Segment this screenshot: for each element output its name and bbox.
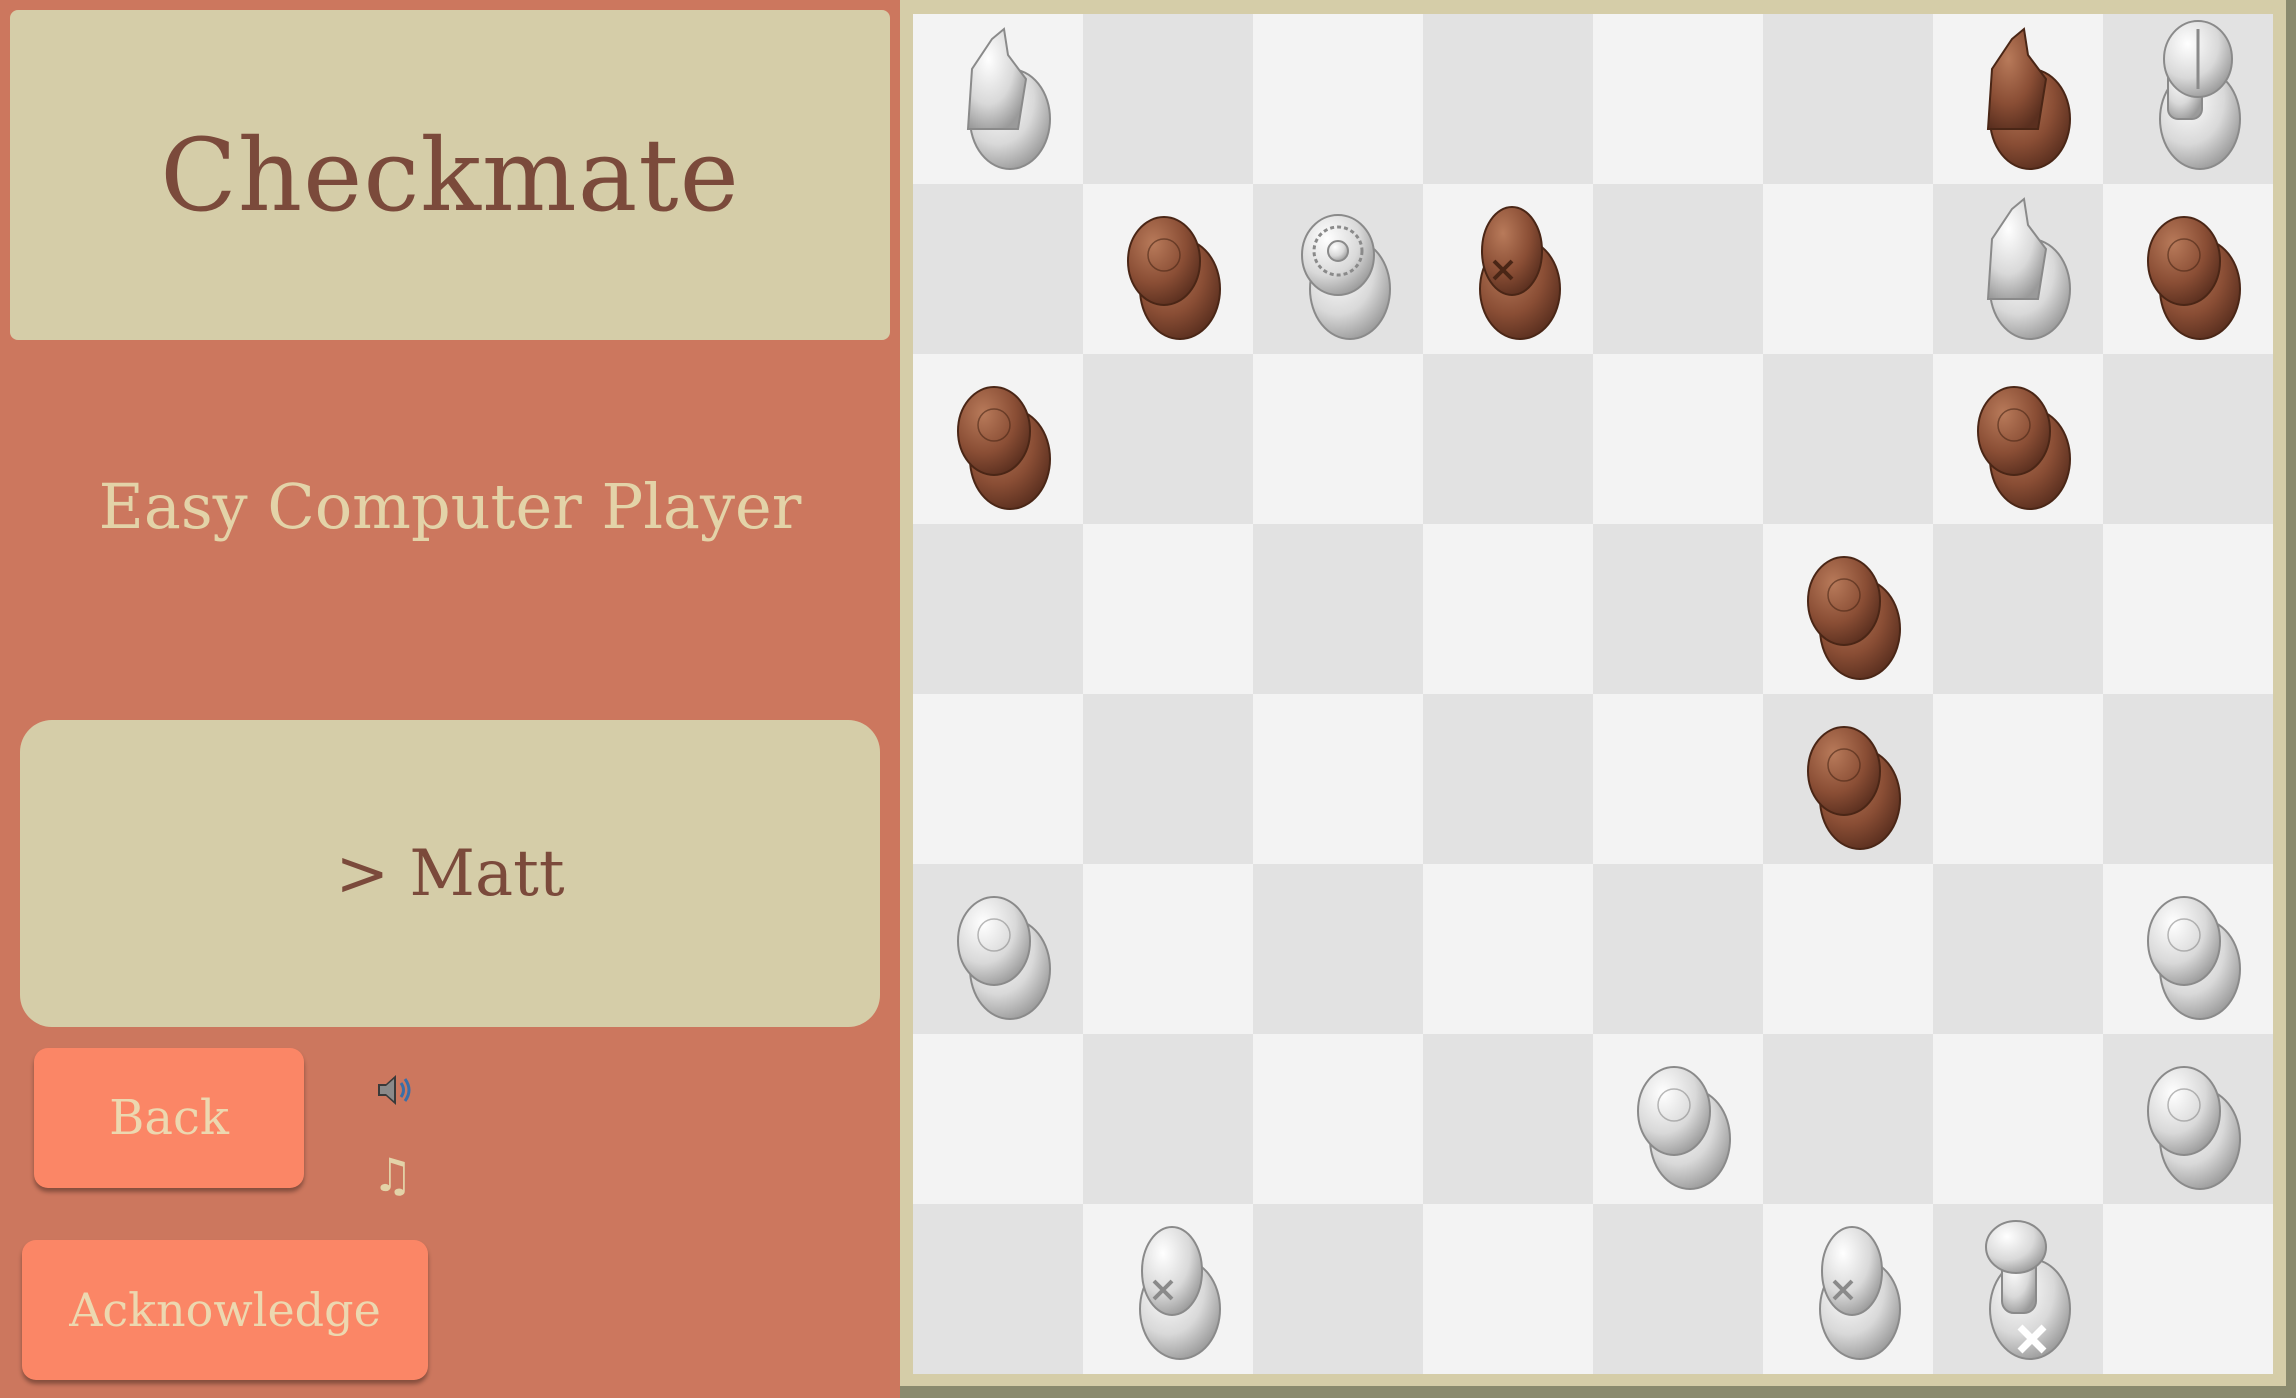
square-c4[interactable] bbox=[1253, 694, 1423, 864]
square-b4[interactable] bbox=[1083, 694, 1253, 864]
square-g5[interactable] bbox=[1933, 524, 2103, 694]
square-c1[interactable] bbox=[1253, 1204, 1423, 1374]
square-g4[interactable] bbox=[1933, 694, 2103, 864]
square-c2[interactable] bbox=[1253, 1034, 1423, 1204]
square-h4[interactable] bbox=[2103, 694, 2273, 864]
player-panel: > Matt bbox=[20, 720, 880, 1027]
square-d1[interactable] bbox=[1423, 1204, 1593, 1374]
square-a4[interactable] bbox=[913, 694, 1083, 864]
square-d3[interactable] bbox=[1423, 864, 1593, 1034]
square-h1[interactable] bbox=[2103, 1204, 2273, 1374]
square-e7[interactable] bbox=[1593, 184, 1763, 354]
square-b8[interactable] bbox=[1083, 14, 1253, 184]
square-c8[interactable] bbox=[1253, 14, 1423, 184]
square-a5[interactable] bbox=[913, 524, 1083, 694]
square-d2[interactable] bbox=[1423, 1034, 1593, 1204]
square-a1[interactable] bbox=[913, 1204, 1083, 1374]
square-c5[interactable] bbox=[1253, 524, 1423, 694]
acknowledge-button[interactable]: Acknowledge bbox=[22, 1240, 428, 1380]
game-status-title: Checkmate bbox=[160, 116, 740, 234]
square-d6[interactable] bbox=[1423, 354, 1593, 524]
square-e4[interactable] bbox=[1593, 694, 1763, 864]
music-note-icon[interactable]: ♫ bbox=[372, 1150, 416, 1200]
square-e3[interactable] bbox=[1593, 864, 1763, 1034]
square-d8[interactable] bbox=[1423, 14, 1593, 184]
chess-board[interactable] bbox=[913, 14, 2273, 1374]
square-f8[interactable] bbox=[1763, 14, 1933, 184]
square-b6[interactable] bbox=[1083, 354, 1253, 524]
square-c6[interactable] bbox=[1253, 354, 1423, 524]
square-a7[interactable] bbox=[913, 184, 1083, 354]
square-e6[interactable] bbox=[1593, 354, 1763, 524]
square-e8[interactable] bbox=[1593, 14, 1763, 184]
square-g3[interactable] bbox=[1933, 864, 2103, 1034]
opponent-label: Easy Computer Player bbox=[98, 470, 802, 543]
back-button[interactable]: Back bbox=[34, 1048, 304, 1188]
square-d5[interactable] bbox=[1423, 524, 1593, 694]
square-e1[interactable] bbox=[1593, 1204, 1763, 1374]
white-rook-h8[interactable] bbox=[2159, 20, 2241, 170]
square-b3[interactable] bbox=[1083, 864, 1253, 1034]
square-f2[interactable] bbox=[1763, 1034, 1933, 1204]
speaker-icon[interactable] bbox=[372, 1068, 416, 1112]
title-panel: Checkmate bbox=[10, 10, 890, 340]
square-b5[interactable] bbox=[1083, 524, 1253, 694]
square-c3[interactable] bbox=[1253, 864, 1423, 1034]
square-h6[interactable] bbox=[2103, 354, 2273, 524]
square-e5[interactable] bbox=[1593, 524, 1763, 694]
square-f7[interactable] bbox=[1763, 184, 1933, 354]
square-a2[interactable] bbox=[913, 1034, 1083, 1204]
square-f3[interactable] bbox=[1763, 864, 1933, 1034]
square-f6[interactable] bbox=[1763, 354, 1933, 524]
player-label: > Matt bbox=[335, 836, 565, 911]
square-g2[interactable] bbox=[1933, 1034, 2103, 1204]
square-h5[interactable] bbox=[2103, 524, 2273, 694]
square-b2[interactable] bbox=[1083, 1034, 1253, 1204]
square-d4[interactable] bbox=[1423, 694, 1593, 864]
